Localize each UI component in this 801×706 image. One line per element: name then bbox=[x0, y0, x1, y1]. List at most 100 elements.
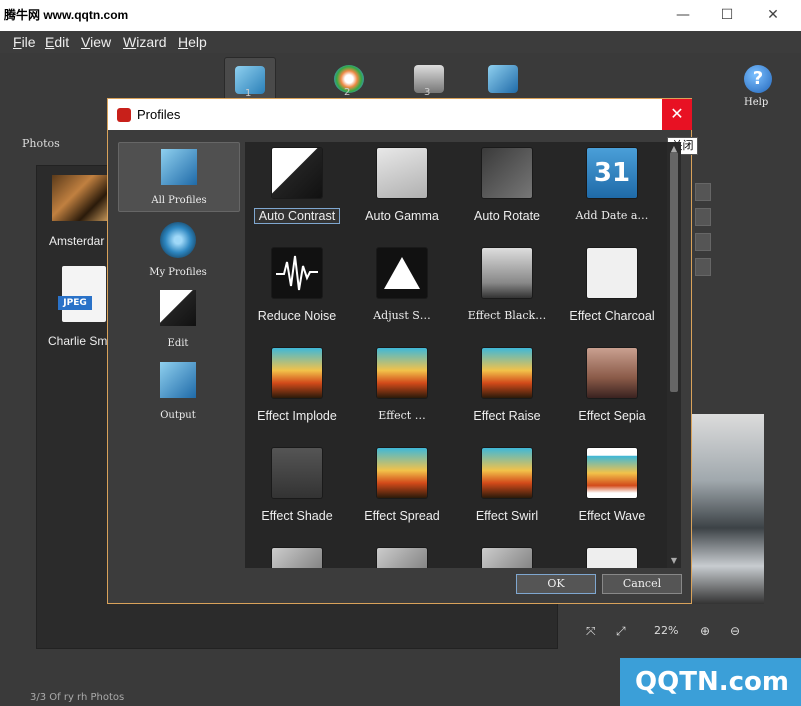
fit-icon[interactable]: ⤧ bbox=[586, 624, 596, 639]
side-checkbox[interactable] bbox=[695, 258, 711, 276]
thumbnail-label: Amsterdar bbox=[49, 234, 105, 248]
app-icon bbox=[117, 108, 131, 122]
help-icon: ? bbox=[744, 65, 772, 93]
profile-label: Effect Swirl bbox=[475, 509, 539, 523]
minimize-button[interactable]: — bbox=[668, 4, 698, 26]
profile-label: Auto Gamma bbox=[365, 209, 439, 223]
scrollbar-thumb[interactable] bbox=[670, 152, 678, 392]
menu-bar: File Edit View Wizard Help bbox=[0, 31, 801, 53]
window-titlebar: 腾牛网 www.qqtn.com — ☐ ✕ bbox=[0, 0, 801, 31]
scroll-down-icon[interactable]: ▼ bbox=[669, 556, 679, 566]
palm-sepia-icon bbox=[587, 348, 637, 398]
category-output[interactable]: Output bbox=[118, 358, 238, 426]
palm-color-icon bbox=[272, 348, 322, 398]
menu-view[interactable]: View bbox=[81, 34, 111, 50]
profile-effect-charcoal[interactable]: Effect Charcoal bbox=[560, 242, 664, 342]
profile-add-date[interactable]: 31 Add Date a… bbox=[560, 142, 664, 242]
profile-effect-sepia[interactable]: Effect Sepia bbox=[560, 342, 664, 442]
category-label: All Profiles bbox=[151, 195, 207, 206]
profile-label: Effect … bbox=[378, 409, 426, 422]
profile-label: Adjust S… bbox=[373, 309, 431, 322]
profile-effect-spread[interactable]: Effect Spread bbox=[350, 442, 454, 542]
profile-effect-shade[interactable]: Effect Shade bbox=[245, 442, 349, 542]
thumbnail-amsterdam[interactable] bbox=[52, 175, 110, 221]
photos-label: Photos bbox=[22, 137, 60, 150]
category-list: All Profiles My Profiles Edit Output bbox=[118, 142, 240, 432]
help-button[interactable]: ? Help bbox=[740, 63, 780, 113]
resize-icon bbox=[482, 548, 532, 568]
document-icon bbox=[587, 548, 637, 568]
rotate-icon bbox=[482, 148, 532, 198]
category-label: Output bbox=[160, 410, 196, 421]
dialog-title: Profiles bbox=[137, 107, 181, 122]
profile-partial[interactable] bbox=[560, 542, 664, 568]
profile-label: Reduce Noise bbox=[257, 309, 337, 323]
profile-reduce-noise[interactable]: Reduce Noise bbox=[245, 242, 349, 342]
profile-effect-raise[interactable]: Effect Raise bbox=[455, 342, 559, 442]
menu-edit[interactable]: Edit bbox=[45, 34, 69, 50]
preview-image bbox=[688, 414, 764, 604]
expand-icon[interactable]: ⤢ bbox=[616, 624, 626, 639]
category-my-profiles[interactable]: My Profiles bbox=[118, 214, 238, 282]
zoom-out-icon[interactable]: ⊖ bbox=[730, 624, 740, 638]
noise-wave-icon bbox=[272, 248, 322, 298]
calendar-31-icon: 31 bbox=[587, 148, 637, 198]
resize-icon bbox=[272, 548, 322, 568]
step-number: 3 bbox=[424, 87, 431, 98]
menu-help[interactable]: Help bbox=[178, 34, 207, 50]
maximize-button[interactable]: ☐ bbox=[712, 4, 742, 26]
palm-wave-icon bbox=[587, 448, 637, 498]
category-edit[interactable]: Edit bbox=[118, 286, 238, 354]
category-label: Edit bbox=[167, 338, 189, 349]
side-checkbox[interactable] bbox=[695, 183, 711, 201]
profile-partial[interactable] bbox=[245, 542, 349, 568]
palm-color-icon bbox=[482, 448, 532, 498]
zoom-in-icon[interactable]: ⊕ bbox=[700, 624, 710, 638]
status-text: 3/3 Of ry rh Photos bbox=[30, 692, 125, 703]
palm-charcoal-icon bbox=[587, 248, 637, 298]
all-profiles-icon bbox=[161, 149, 197, 185]
side-checkbox[interactable] bbox=[695, 233, 711, 251]
profile-effect-truncated[interactable]: Effect … bbox=[350, 342, 454, 442]
dialog-close-button[interactable]: ✕ bbox=[662, 99, 692, 130]
menu-file[interactable]: File bbox=[13, 34, 36, 50]
palm-shade-icon bbox=[272, 448, 322, 498]
profile-effect-wave[interactable]: Effect Wave bbox=[560, 442, 664, 542]
palm-color-icon bbox=[377, 348, 427, 398]
profile-label: Effect Black… bbox=[467, 309, 547, 322]
qqtn-watermark-logo: QQTN.com bbox=[620, 658, 801, 706]
thumbnail-charlie[interactable]: JPEG bbox=[58, 266, 106, 322]
profile-auto-rotate[interactable]: Auto Rotate bbox=[455, 142, 559, 242]
output-icon bbox=[160, 362, 196, 398]
thumbnail-label: Charlie Sm bbox=[48, 334, 108, 348]
profile-label: Auto Contrast bbox=[254, 208, 340, 224]
ok-button[interactable]: OK bbox=[516, 574, 596, 594]
process-step-icon bbox=[488, 65, 518, 93]
wand-icon bbox=[272, 148, 322, 198]
profile-partial[interactable] bbox=[350, 542, 454, 568]
profile-effect-swirl[interactable]: Effect Swirl bbox=[455, 442, 559, 542]
side-checkbox[interactable] bbox=[695, 208, 711, 226]
profile-effect-implode[interactable]: Effect Implode bbox=[245, 342, 349, 442]
step-number: 2 bbox=[344, 87, 351, 98]
profile-partial[interactable] bbox=[455, 542, 559, 568]
palm-bw-icon bbox=[482, 248, 532, 298]
triangle-icon bbox=[377, 248, 427, 298]
edit-wand-icon bbox=[160, 290, 196, 326]
profile-auto-gamma[interactable]: Auto Gamma bbox=[350, 142, 454, 242]
category-label: My Profiles bbox=[149, 267, 207, 278]
profile-effect-black[interactable]: Effect Black… bbox=[455, 242, 559, 342]
category-all-profiles[interactable]: All Profiles bbox=[118, 142, 240, 212]
dialog-titlebar: Profiles ✕ bbox=[108, 99, 692, 130]
window-close-button[interactable]: ✕ bbox=[758, 4, 788, 26]
profile-adjust-s[interactable]: Adjust S… bbox=[350, 242, 454, 342]
profile-label: Effect Shade bbox=[261, 509, 333, 523]
profile-label: Effect Spread bbox=[364, 509, 440, 523]
cancel-button[interactable]: Cancel bbox=[602, 574, 682, 594]
profile-label: Add Date a… bbox=[575, 209, 649, 222]
profiles-scrollbar[interactable]: ▲ ▼ bbox=[667, 142, 681, 568]
menu-wizard[interactable]: Wizard bbox=[123, 34, 167, 50]
profile-auto-contrast[interactable]: Auto Contrast bbox=[245, 142, 349, 242]
profile-label: Effect Wave bbox=[578, 509, 646, 523]
profile-label: Effect Sepia bbox=[578, 409, 646, 423]
